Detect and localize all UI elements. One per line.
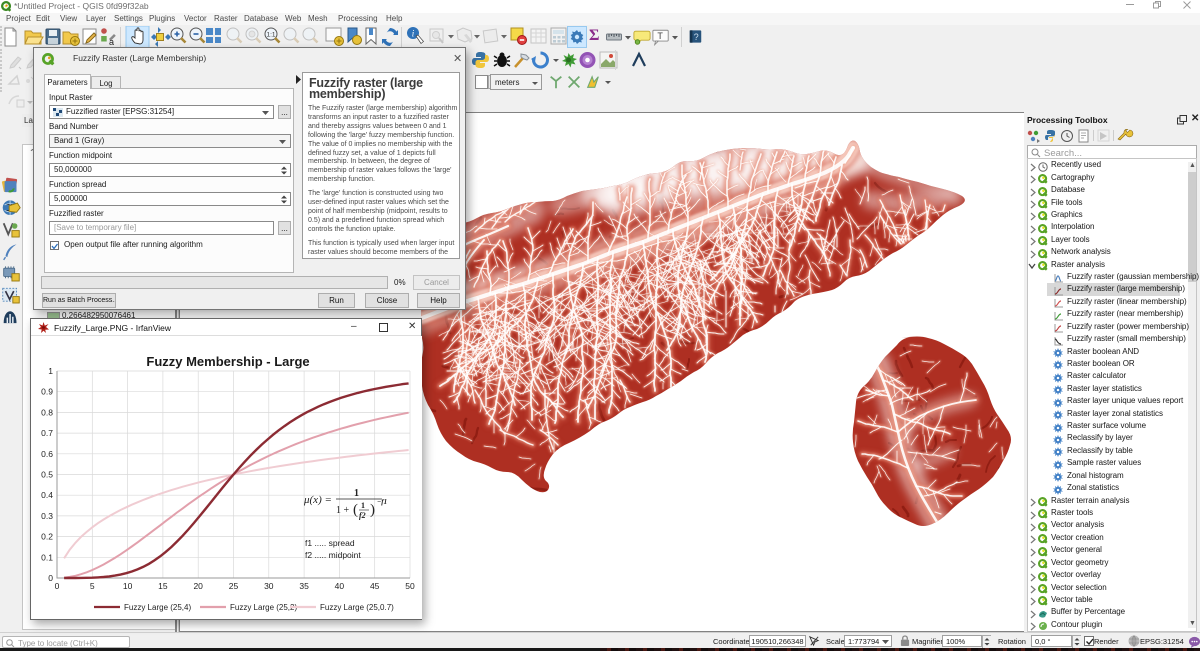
svg-text:20: 20 bbox=[193, 581, 203, 591]
svg-text:45: 45 bbox=[370, 581, 380, 591]
svg-text:(: ( bbox=[353, 502, 358, 518]
svg-text:40: 40 bbox=[335, 581, 345, 591]
svg-text:1 +: 1 + bbox=[336, 505, 350, 516]
svg-text:1:1: 1:1 bbox=[267, 32, 276, 39]
svg-text:f2 ..... midpoint: f2 ..... midpoint bbox=[305, 550, 361, 560]
svg-text:0: 0 bbox=[55, 581, 60, 591]
svg-text:25: 25 bbox=[229, 581, 239, 591]
svg-text:30: 30 bbox=[264, 581, 274, 591]
svg-text:0.7: 0.7 bbox=[41, 428, 53, 438]
svg-text:0.1: 0.1 bbox=[41, 552, 53, 562]
svg-text:0.6: 0.6 bbox=[41, 449, 53, 459]
svg-text:0.8: 0.8 bbox=[41, 407, 53, 417]
svg-text:0.4: 0.4 bbox=[41, 490, 53, 500]
svg-text:Fuzzy Large (25,4): Fuzzy Large (25,4) bbox=[124, 603, 191, 612]
svg-text:0.9: 0.9 bbox=[41, 387, 53, 397]
svg-text:a: a bbox=[109, 37, 114, 47]
svg-text:0: 0 bbox=[48, 573, 53, 583]
svg-text:5: 5 bbox=[90, 581, 95, 591]
svg-text:): ) bbox=[370, 502, 375, 518]
svg-text:f1 ..... spread: f1 ..... spread bbox=[305, 538, 355, 548]
svg-text:0.2: 0.2 bbox=[41, 532, 53, 542]
svg-text:f2: f2 bbox=[359, 511, 366, 520]
svg-text:35: 35 bbox=[299, 581, 309, 591]
svg-text:1: 1 bbox=[48, 366, 53, 376]
svg-text:1: 1 bbox=[361, 501, 365, 510]
svg-text:10: 10 bbox=[123, 581, 133, 591]
svg-text:15: 15 bbox=[158, 581, 168, 591]
svg-text:Fuzzy Membership - Large: Fuzzy Membership - Large bbox=[146, 354, 309, 369]
svg-text:0.3: 0.3 bbox=[41, 511, 53, 521]
svg-text:Fuzzy Large (25,2): Fuzzy Large (25,2) bbox=[230, 603, 297, 612]
svg-text:0.5: 0.5 bbox=[41, 470, 53, 480]
svg-text:1: 1 bbox=[354, 488, 359, 499]
svg-text:50: 50 bbox=[405, 581, 415, 591]
svg-text:Fuzzy Large (25,0.7): Fuzzy Large (25,0.7) bbox=[320, 603, 394, 612]
svg-text:−f1: −f1 bbox=[377, 498, 387, 506]
svg-text:μ(x) =: μ(x) = bbox=[303, 494, 332, 506]
